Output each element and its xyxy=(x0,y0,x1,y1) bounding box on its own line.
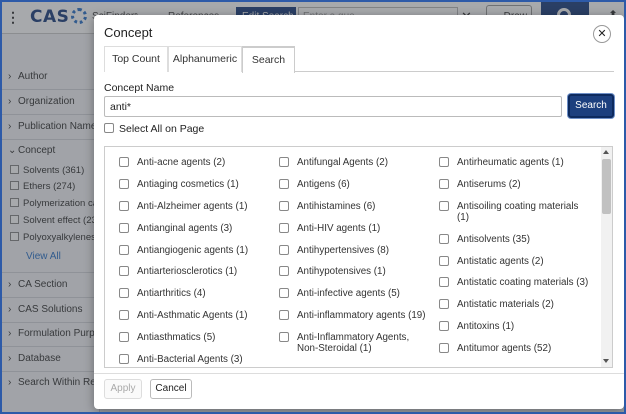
concept-dialog: Concept ✕ Top Count Alphanumeric Search … xyxy=(94,15,624,409)
apply-button[interactable]: Apply xyxy=(104,379,142,399)
close-icon[interactable]: ✕ xyxy=(593,25,611,43)
tab-search[interactable]: Search xyxy=(242,46,295,73)
concept-results-list: Anti-acne agents (2) Antiaging cosmetics… xyxy=(104,146,613,368)
scroll-thumb[interactable] xyxy=(602,159,611,214)
dialog-tabs: Top Count Alphanumeric Search xyxy=(104,46,614,73)
checkbox[interactable] xyxy=(104,123,114,133)
concept-name-label: Concept Name xyxy=(104,82,175,94)
select-all-checkbox[interactable]: Select All on Page xyxy=(104,123,204,135)
scroll-up-icon[interactable] xyxy=(603,150,609,154)
scroll-down-icon[interactable] xyxy=(603,359,609,363)
dialog-title: Concept xyxy=(104,25,153,40)
tab-alphanumeric[interactable]: Alphanumeric xyxy=(168,46,242,72)
results-scrollbar[interactable] xyxy=(601,147,612,367)
footer-divider xyxy=(94,373,624,374)
tab-top-count[interactable]: Top Count xyxy=(104,46,168,72)
cancel-button[interactable]: Cancel xyxy=(150,379,192,399)
search-button[interactable]: Search xyxy=(568,94,614,118)
concept-name-input[interactable] xyxy=(104,96,562,117)
